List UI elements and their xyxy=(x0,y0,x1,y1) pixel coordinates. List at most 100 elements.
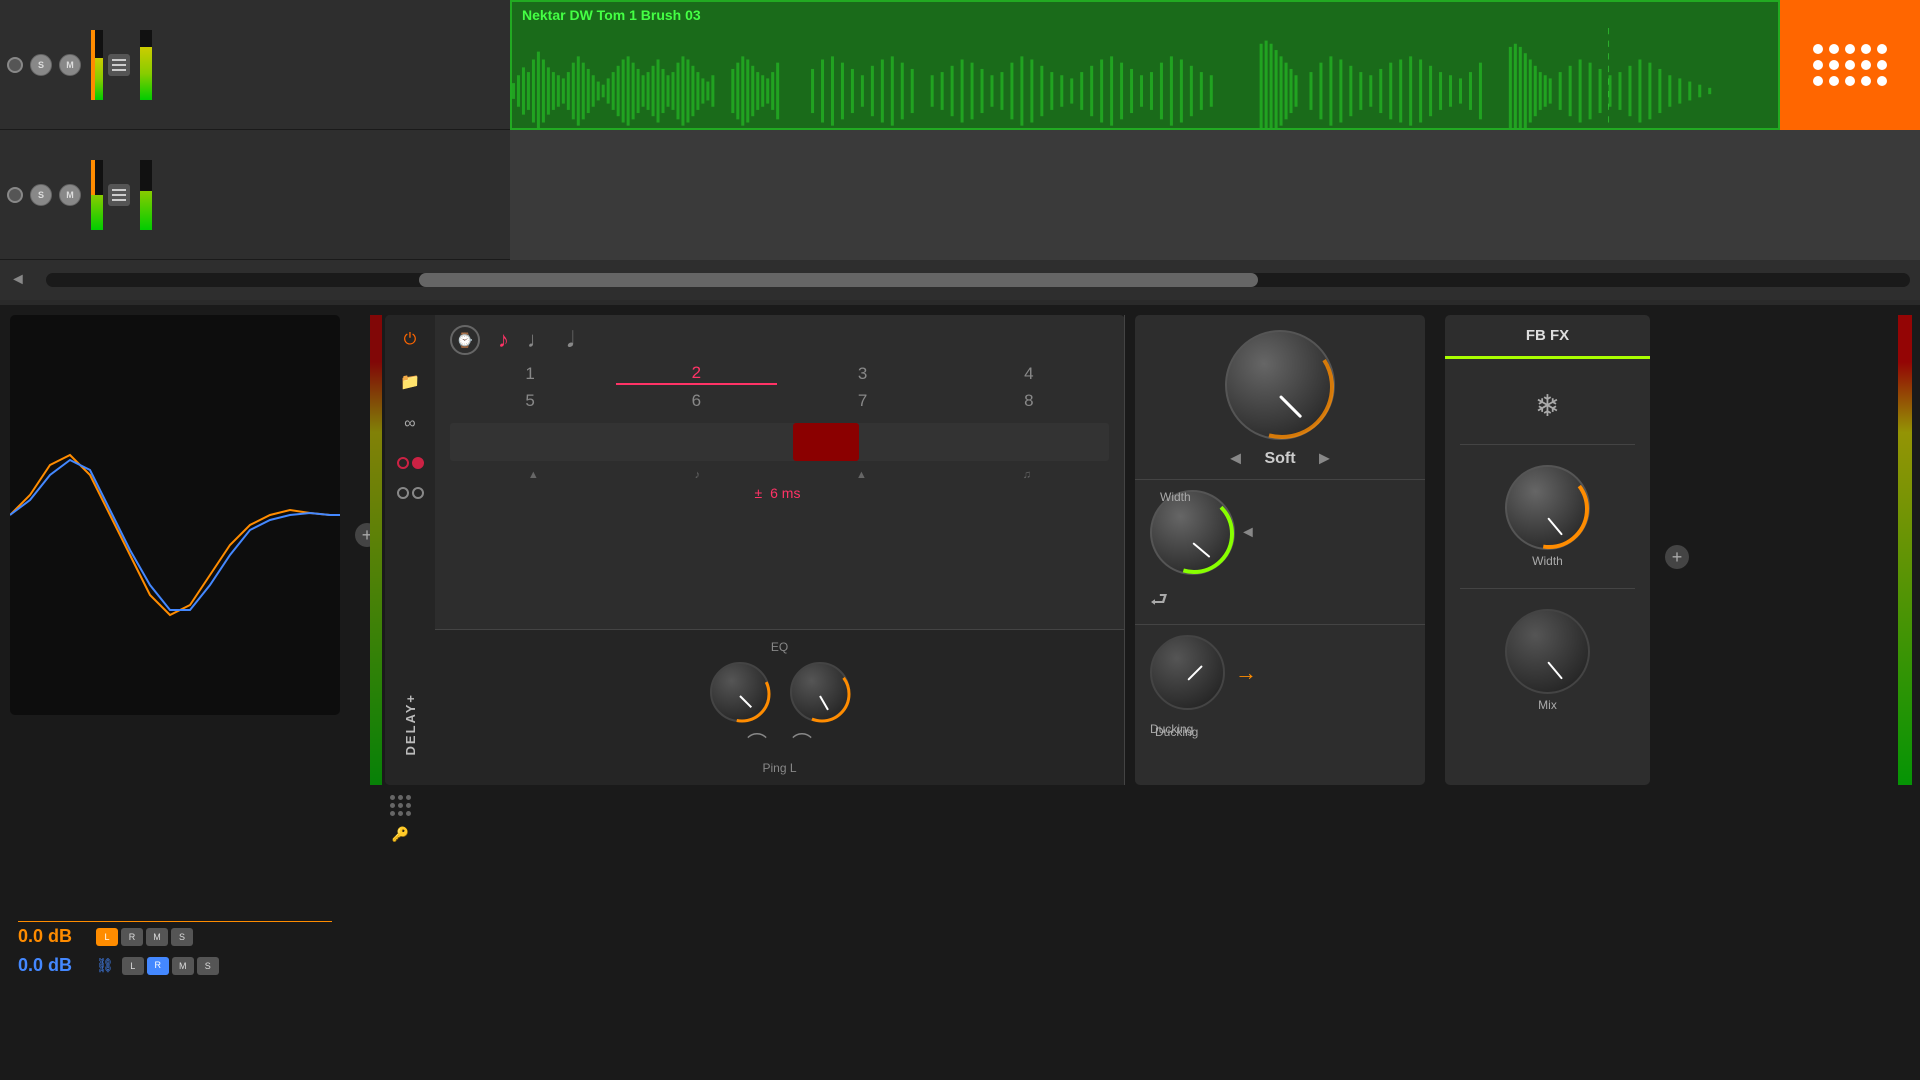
step-1-btn[interactable]: 1 xyxy=(450,363,610,385)
track1-menu-btn[interactable] xyxy=(108,54,130,76)
fbfx-mix-label: Mix xyxy=(1538,698,1557,712)
two-circles xyxy=(397,487,424,499)
soft-knob-section: ◄ Soft ► xyxy=(1135,315,1425,479)
delay-plugin-panel: ⏻ 📁 ∞ DELAY+ xyxy=(385,315,1125,785)
waveform-svg xyxy=(512,28,1778,130)
eq-knob-2[interactable] xyxy=(790,662,850,722)
link-icon[interactable]: ⛓ xyxy=(96,957,114,974)
ducking-label-text: Ducking xyxy=(1155,725,1198,739)
scrollbar-thumb[interactable] xyxy=(419,273,1258,287)
track1-solo-btn[interactable]: S xyxy=(30,54,52,76)
track2-solo-btn[interactable]: S xyxy=(30,184,52,206)
step-4-btn[interactable]: 4 xyxy=(949,363,1109,385)
track-row-2: S M xyxy=(0,130,510,260)
fbfx-title: FB FX xyxy=(1526,327,1569,344)
soft-nav: ◄ Soft ► xyxy=(1227,448,1334,469)
eq-knob-1[interactable] xyxy=(710,662,770,722)
copy-back-icon[interactable]: ⮐ xyxy=(1150,585,1168,619)
track2-mute-btn[interactable]: M xyxy=(59,184,81,206)
channel-M-blue[interactable]: M xyxy=(172,957,194,975)
link-icon-sidebar[interactable]: ∞ xyxy=(395,409,425,439)
width-arrow-right[interactable]: ◄ xyxy=(1240,524,1256,542)
dot-9 xyxy=(406,811,411,816)
step-2-btn[interactable]: 2 xyxy=(616,363,776,385)
plugin-main-content: ⌚ ♪ ♩ 𝅘𝅥 1 2 3 4 5 xyxy=(435,315,1125,785)
soft-prev-arrow[interactable]: ◄ xyxy=(1227,448,1245,469)
db-row-blue: 0.0 dB ⛓ L R M S xyxy=(10,951,340,980)
soft-label: Soft xyxy=(1264,450,1295,468)
scroll-left-arrow[interactable]: ◄ xyxy=(10,271,26,289)
fbfx-mix-knob[interactable] xyxy=(1505,609,1590,694)
ping-label: Ping L xyxy=(762,761,796,775)
channel-L-orange[interactable]: L xyxy=(96,928,118,946)
fbfx-mix-container: Mix xyxy=(1505,609,1590,712)
track1-mute-btn[interactable]: M xyxy=(59,54,81,76)
eq-knob-2-container xyxy=(790,662,850,722)
fbfx-width-label: Width xyxy=(1532,554,1563,568)
delay-ms-value: 6 ms xyxy=(770,485,800,501)
step-6-btn[interactable]: 6 xyxy=(616,391,776,411)
step-arrows-row: ▲ ♪ ▲ ♫ xyxy=(450,469,1109,481)
progress-fill xyxy=(793,423,859,461)
timing-top: ⌚ ♪ ♩ 𝅘𝅥 1 2 3 4 5 xyxy=(435,315,1124,629)
sync-short-note-btn[interactable]: 𝅘𝅥 xyxy=(567,327,574,353)
fbfx-panel: FB FX ❄ Width xyxy=(1445,315,1650,785)
arr-3: ▲ xyxy=(856,469,867,481)
channel-S-orange[interactable]: S xyxy=(171,928,193,946)
oscilloscope-display xyxy=(10,315,340,715)
sync-clock-btn[interactable]: ⌚ xyxy=(450,325,480,355)
eq-curve-1: ⌒ xyxy=(747,727,767,756)
soft-knob[interactable] xyxy=(1225,330,1335,440)
channel-R-blue[interactable]: R xyxy=(147,957,169,975)
ducking-knob[interactable] xyxy=(1150,635,1225,710)
toolbar-dots-grid[interactable] xyxy=(390,795,411,816)
fbfx-width-container: Width xyxy=(1505,465,1590,568)
sync-note-dotted-btn[interactable]: ♪ xyxy=(498,327,509,353)
track2-menu-btn[interactable] xyxy=(108,184,130,206)
track1-record-btn[interactable] xyxy=(7,57,23,73)
fbfx-content: ❄ Width xyxy=(1445,359,1650,727)
meter-fill-left xyxy=(370,315,382,785)
right-level-meter xyxy=(1898,315,1912,785)
folder-btn[interactable]: 📁 xyxy=(395,367,425,397)
eq-curve-2: ⌒ xyxy=(792,727,812,756)
channel-R-orange[interactable]: R xyxy=(121,928,143,946)
fbfx-divider-2 xyxy=(1460,588,1635,589)
db-readout-area: 0.0 dB L R M S 0.0 dB ⛓ L R M S xyxy=(10,921,340,980)
delay-ms-prefix: ± xyxy=(755,485,763,501)
orange-waveform xyxy=(10,455,340,615)
eq-label: EQ xyxy=(771,640,788,654)
track-2-waveform-area xyxy=(510,130,1640,260)
add-plugin-right-btn[interactable]: + xyxy=(1665,545,1689,569)
step-8-btn[interactable]: 8 xyxy=(949,391,1109,411)
step-3-btn[interactable]: 3 xyxy=(783,363,943,385)
dot-4 xyxy=(390,803,395,808)
delay-ms-display: ± 6 ms xyxy=(450,485,1109,501)
key-icon[interactable]: 🔑 xyxy=(392,826,409,843)
db-row-orange: 0.0 dB L R M S xyxy=(10,922,340,951)
channel-S-blue[interactable]: S xyxy=(197,957,219,975)
ducking-arrow-icon: → xyxy=(1235,660,1257,686)
fbfx-width-knob[interactable] xyxy=(1505,465,1590,550)
power-btn[interactable]: ⏻ xyxy=(395,325,425,355)
scrollbar-track[interactable] xyxy=(46,273,1910,287)
eq-knobs-row xyxy=(710,662,850,722)
app-logo xyxy=(1780,0,1920,130)
fbfx-divider xyxy=(1460,444,1635,445)
width-label-row: ⮐ xyxy=(1135,585,1425,619)
soft-next-arrow[interactable]: ► xyxy=(1316,448,1334,469)
dot-3 xyxy=(406,795,411,800)
eq-section: EQ xyxy=(435,629,1124,785)
sync-note-btn[interactable]: ♩ xyxy=(527,327,549,353)
rec-circle-left xyxy=(397,457,409,469)
step-7-btn[interactable]: 7 xyxy=(783,391,943,411)
channel-M-orange[interactable]: M xyxy=(146,928,168,946)
step-5-btn[interactable]: 5 xyxy=(450,391,610,411)
dot-6 xyxy=(406,803,411,808)
db-value-orange: 0.0 dB xyxy=(18,926,88,947)
freeze-icon[interactable]: ❄ xyxy=(1535,389,1560,424)
step-progress-bar[interactable] xyxy=(450,423,1109,461)
plugin-name-label: DELAY+ xyxy=(403,693,418,755)
channel-L-blue[interactable]: L xyxy=(122,957,144,975)
track2-record-btn[interactable] xyxy=(7,187,23,203)
